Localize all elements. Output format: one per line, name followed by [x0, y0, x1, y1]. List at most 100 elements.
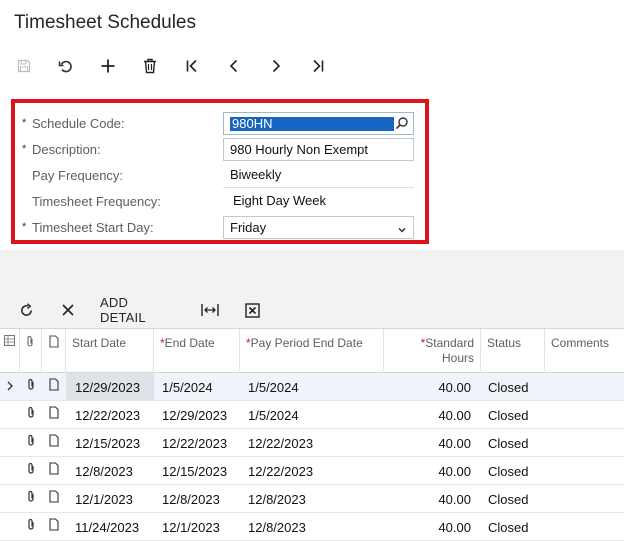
current-row-arrow-icon	[6, 378, 14, 396]
add-detail-button[interactable]: ADD DETAIL	[100, 295, 176, 325]
end-date-cell[interactable]: 12/22/2023	[154, 429, 240, 456]
row-note-button[interactable]	[42, 485, 66, 512]
end-date-cell[interactable]: 12/1/2023	[154, 513, 240, 540]
delete-button[interactable]	[137, 52, 163, 80]
start-date-cell[interactable]: 11/24/2023	[66, 513, 154, 540]
undo-button[interactable]	[53, 52, 79, 80]
pay-period-end-date-cell[interactable]: 12/22/2023	[240, 429, 384, 456]
table-row[interactable]: 12/1/2023 12/8/2023 12/8/2023 40.00 Closed	[0, 485, 624, 513]
pay-period-end-date-cell[interactable]: 12/8/2023	[240, 485, 384, 512]
table-row[interactable]: 11/24/2023 12/1/2023 12/8/2023 40.00 Closed	[0, 513, 624, 541]
start-date-cell[interactable]: 12/15/2023	[66, 429, 154, 456]
start-date-cell[interactable]: 12/22/2023	[66, 401, 154, 428]
grid-toolbar: ADD DETAIL	[0, 295, 624, 325]
row-attachment-button[interactable]	[20, 429, 42, 456]
comments-header-label: Comments	[551, 336, 610, 350]
add-button[interactable]	[95, 52, 121, 80]
last-record-button[interactable]	[305, 52, 331, 80]
comments-cell[interactable]	[545, 457, 624, 484]
previous-record-button[interactable]	[221, 52, 247, 80]
row-note-button[interactable]	[42, 401, 66, 428]
note-column-header	[42, 329, 66, 373]
row-attachment-button[interactable]	[20, 513, 42, 540]
timesheet-start-day-select[interactable]: Friday	[223, 216, 414, 239]
table-row[interactable]: 12/15/2023 12/22/2023 12/22/2023 40.00 Close…	[0, 429, 624, 457]
table-row[interactable]: 12/22/2023 12/29/2023 1/5/2024 40.00 Closed	[0, 401, 624, 429]
row-selector-icon	[4, 335, 15, 346]
row-selector[interactable]	[0, 513, 20, 540]
next-record-button[interactable]	[263, 52, 289, 80]
standard-hours-header[interactable]: *Standard Hours	[384, 329, 481, 373]
description-input[interactable]: 980 Hourly Non Exempt	[223, 138, 414, 161]
undo-icon	[58, 60, 72, 73]
pay-frequency-value: Biweekly	[223, 163, 414, 188]
row-attachment-button[interactable]	[20, 401, 42, 428]
end-date-cell[interactable]: 1/5/2024	[154, 373, 240, 400]
row-note-button[interactable]	[42, 373, 66, 400]
grid-settings-column[interactable]	[0, 329, 20, 373]
row-note-button[interactable]	[42, 513, 66, 540]
refresh-button[interactable]	[14, 296, 38, 324]
end-date-header[interactable]: *End Date	[154, 329, 240, 373]
row-attachment-button[interactable]	[20, 373, 42, 400]
pay-period-end-date-cell[interactable]: 12/22/2023	[240, 457, 384, 484]
comments-header[interactable]: Comments	[545, 329, 624, 373]
document-icon	[49, 405, 59, 424]
comments-cell[interactable]	[545, 513, 624, 540]
required-marker: *	[22, 117, 27, 129]
start-date-cell[interactable]: 12/29/2023	[66, 373, 154, 400]
cancel-button[interactable]	[56, 296, 80, 324]
main-toolbar	[0, 52, 624, 80]
row-selector[interactable]	[0, 485, 20, 512]
pay-period-end-date-cell[interactable]: 12/8/2023	[240, 513, 384, 540]
comments-cell[interactable]	[545, 401, 624, 428]
fit-to-screen-button[interactable]	[198, 296, 222, 324]
row-selector[interactable]	[0, 429, 20, 456]
comments-cell[interactable]	[545, 373, 624, 400]
end-date-cell[interactable]: 12/8/2023	[154, 485, 240, 512]
status-cell: Closed	[488, 492, 529, 507]
table-row[interactable]: 12/29/2023 1/5/2024 1/5/2024 40.00 Closed	[0, 373, 624, 401]
pay-period-end-date-cell[interactable]: 1/5/2024	[240, 373, 384, 400]
schedule-code-row: * Schedule Code: 980HN	[15, 111, 425, 137]
document-icon	[49, 335, 59, 348]
paperclip-icon	[26, 518, 36, 536]
standard-hours-cell[interactable]: 40.00	[384, 513, 481, 540]
prev-icon	[229, 59, 238, 73]
required-marker: *	[22, 143, 27, 155]
start-date-header[interactable]: Start Date	[66, 329, 154, 373]
first-record-button[interactable]	[179, 52, 205, 80]
comments-cell[interactable]	[545, 485, 624, 512]
end-date-cell[interactable]: 12/15/2023	[154, 457, 240, 484]
timesheet-frequency-value: Eight Day Week	[233, 193, 326, 208]
standard-hours-cell[interactable]: 40.00	[384, 485, 481, 512]
standard-hours-cell[interactable]: 40.00	[384, 457, 481, 484]
row-selector[interactable]	[0, 373, 20, 400]
end-date-cell[interactable]: 12/29/2023	[154, 401, 240, 428]
start-date-cell[interactable]: 12/1/2023	[66, 485, 154, 512]
row-attachment-button[interactable]	[20, 457, 42, 484]
row-selector[interactable]	[0, 401, 20, 428]
timesheet-start-day-value: Friday	[230, 220, 267, 235]
pay-period-end-date-header[interactable]: *Pay Period End Date	[240, 329, 384, 373]
pay-period-end-date-cell[interactable]: 1/5/2024	[240, 401, 384, 428]
comments-cell[interactable]	[545, 429, 624, 456]
document-icon	[49, 433, 59, 452]
close-icon	[62, 304, 74, 316]
standard-hours-cell[interactable]: 40.00	[384, 401, 481, 428]
row-note-button[interactable]	[42, 457, 66, 484]
pay-frequency-label: Pay Frequency:	[32, 168, 124, 183]
schedule-code-input[interactable]: 980HN	[223, 112, 414, 135]
status-header[interactable]: Status	[481, 329, 545, 373]
export-excel-button[interactable]	[240, 296, 264, 324]
row-attachment-button[interactable]	[20, 485, 42, 512]
row-note-button[interactable]	[42, 429, 66, 456]
save-button[interactable]	[11, 52, 37, 80]
search-icon[interactable]	[395, 116, 409, 133]
row-selector[interactable]	[0, 457, 20, 484]
table-row[interactable]: 12/8/2023 12/15/2023 12/22/2023 40.00 Closed	[0, 457, 624, 485]
start-date-cell[interactable]: 12/8/2023	[66, 457, 154, 484]
standard-hours-cell[interactable]: 40.00	[384, 373, 481, 400]
standard-hours-cell[interactable]: 40.00	[384, 429, 481, 456]
status-header-label: Status	[487, 336, 522, 350]
